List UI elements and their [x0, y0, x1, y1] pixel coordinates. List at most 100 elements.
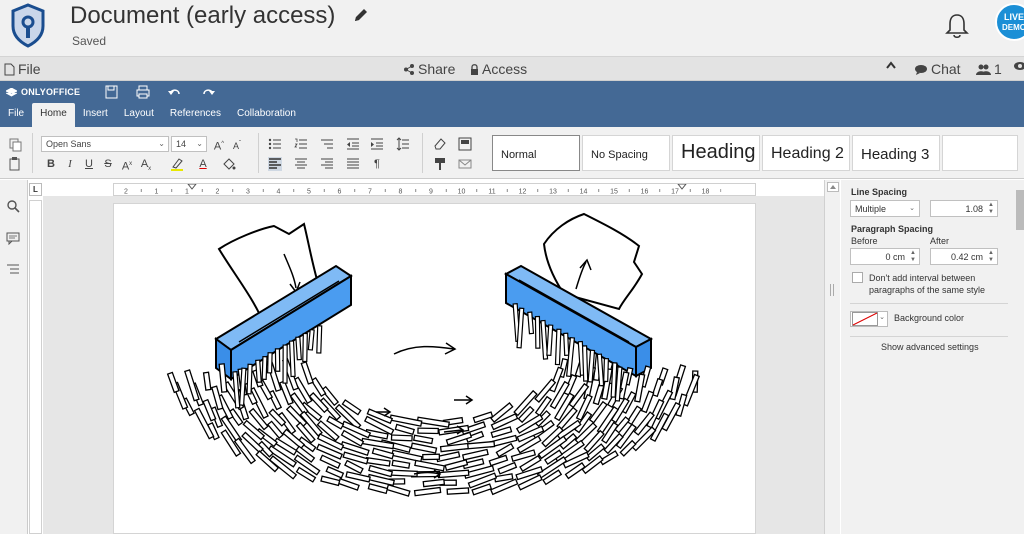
share-button[interactable]: Share [403, 61, 455, 77]
paper-strip [255, 359, 262, 383]
no-color-swatch-icon [852, 312, 878, 326]
grow-font-button[interactable]: A^ [212, 137, 226, 153]
horizontal-ruler[interactable]: 2 1 1 2 3 4 5 6 7 8 9 10 11 12 13 14 15 16 17 18 [113, 183, 756, 196]
view-button[interactable] [1014, 61, 1024, 71]
print-icon[interactable] [135, 85, 151, 99]
background-color-label: Background color [894, 313, 965, 323]
vertical-ruler[interactable] [29, 200, 42, 534]
spacing-after-input[interactable]: 0.42 cm ▲ ▼ [930, 248, 998, 265]
bullet-list-icon[interactable] [268, 137, 282, 151]
shredder-illustration[interactable] [114, 204, 757, 534]
share-icon [404, 63, 414, 75]
background-color-picker[interactable]: ⌄ [850, 311, 888, 327]
tab-stop-selector[interactable]: L [29, 183, 42, 196]
document-title[interactable]: Document (early access) [70, 2, 335, 30]
bold-button[interactable]: B [44, 157, 58, 171]
scroll-up-icon[interactable] [827, 182, 839, 192]
shield-logo-icon[interactable] [8, 2, 48, 48]
spacing-before-input[interactable]: 0 cm ▲ ▼ [850, 248, 920, 265]
multilevel-list-icon[interactable] [320, 137, 334, 151]
paper-strip [337, 477, 360, 491]
toolbar-separator [32, 133, 33, 173]
underline-button[interactable]: U [82, 157, 96, 171]
collapse-button[interactable] [886, 61, 896, 69]
tab-layout[interactable]: Layout [116, 103, 162, 127]
paragraph-mark-button[interactable]: ¶ [370, 157, 384, 171]
tab-references[interactable]: References [162, 103, 229, 127]
style-heading-3[interactable]: Heading 3 [852, 135, 940, 171]
right-panel-scrollbar[interactable] [1016, 190, 1024, 230]
bell-icon[interactable] [944, 12, 970, 40]
strikethrough-button[interactable]: S [101, 157, 115, 171]
paper-strip [495, 442, 515, 458]
comments-icon[interactable] [6, 231, 20, 245]
increase-indent-icon[interactable] [370, 137, 384, 151]
highlight-icon[interactable] [170, 157, 184, 171]
indent-marker[interactable] [187, 184, 197, 190]
copy-icon[interactable] [8, 138, 22, 152]
superscript-button[interactable]: Ax [120, 157, 134, 173]
document-page[interactable] [113, 203, 756, 534]
paper-strip [325, 465, 345, 479]
numbered-list-icon[interactable] [294, 137, 308, 151]
style-heading-2[interactable]: Heading 2 [762, 135, 850, 171]
clear-style-icon[interactable] [433, 137, 447, 151]
spinner-arrows-icon[interactable]: ▲ ▼ [910, 250, 916, 264]
live-demo-badge[interactable]: LIVE DEMO [994, 2, 1024, 42]
chevron-down-icon: ⌄ [879, 314, 885, 321]
show-advanced-settings-link[interactable]: Show advanced settings [881, 342, 979, 352]
shrink-font-button[interactable]: Aˇ [230, 137, 244, 151]
editor-tabs: File Home Insert Layout References Colla… [0, 103, 304, 127]
align-right-icon[interactable] [320, 157, 334, 171]
undo-icon[interactable] [167, 85, 183, 99]
color-scheme-icon[interactable] [458, 137, 472, 151]
scroll-thumb-grip[interactable] [830, 284, 834, 296]
spinner-arrows-icon[interactable]: ▲ ▼ [988, 202, 994, 216]
pencil-icon[interactable] [352, 6, 370, 24]
search-icon[interactable] [6, 199, 20, 213]
subscript-button[interactable]: Ax [139, 157, 153, 172]
align-center-icon[interactable] [294, 157, 308, 171]
tab-file[interactable]: File [0, 103, 32, 127]
navigation-icon[interactable] [6, 262, 20, 276]
italic-button[interactable]: I [63, 157, 77, 171]
users-button[interactable]: 1 [976, 61, 1002, 77]
paper-strip [246, 363, 253, 395]
chat-button[interactable]: Chat [914, 61, 961, 77]
copy-style-icon[interactable] [433, 157, 447, 171]
style-normal[interactable]: Normal [492, 135, 580, 171]
ruler-tick-label: 6 [338, 189, 342, 196]
mail-merge-icon[interactable] [458, 157, 472, 171]
access-button[interactable]: Access [470, 61, 527, 77]
dont-add-interval-checkbox[interactable] [852, 272, 863, 283]
style-empty[interactable] [942, 135, 1018, 171]
vertical-scrollbar[interactable] [824, 180, 840, 534]
justify-icon[interactable] [346, 157, 360, 171]
file-menu[interactable]: File [4, 61, 41, 77]
paper-strip [634, 373, 646, 403]
paper-strip [497, 461, 518, 475]
right-indent-marker[interactable] [677, 184, 687, 190]
font-name-select[interactable]: Open Sans ⌄ [41, 136, 169, 152]
tab-collaboration[interactable]: Collaboration [229, 103, 304, 127]
font-size-select[interactable]: 14 ⌄ [171, 136, 207, 152]
line-spacing-value-input[interactable]: 1.08 ▲ ▼ [930, 200, 998, 217]
spinner-arrows-icon[interactable]: ▲ ▼ [988, 250, 994, 264]
ruler-tick-label: 10 [458, 189, 466, 196]
style-heading-1[interactable]: Heading [672, 135, 760, 171]
paste-icon[interactable] [8, 157, 22, 171]
fill-color-icon[interactable] [222, 157, 236, 171]
save-icon[interactable] [104, 85, 120, 99]
redo-icon[interactable] [200, 85, 216, 99]
line-spacing-icon[interactable] [396, 137, 410, 151]
decrease-indent-icon[interactable] [346, 137, 360, 151]
paper-strip [386, 483, 411, 497]
users-icon [976, 64, 991, 75]
line-spacing-mode-select[interactable]: Multiple ⌄ [850, 200, 920, 217]
tab-home[interactable]: Home [32, 103, 75, 127]
align-left-icon[interactable] [268, 157, 282, 171]
tab-insert[interactable]: Insert [75, 103, 116, 127]
font-color-icon[interactable]: A [196, 157, 210, 171]
paper-strip [651, 377, 664, 398]
style-no-spacing[interactable]: No Spacing [582, 135, 670, 171]
